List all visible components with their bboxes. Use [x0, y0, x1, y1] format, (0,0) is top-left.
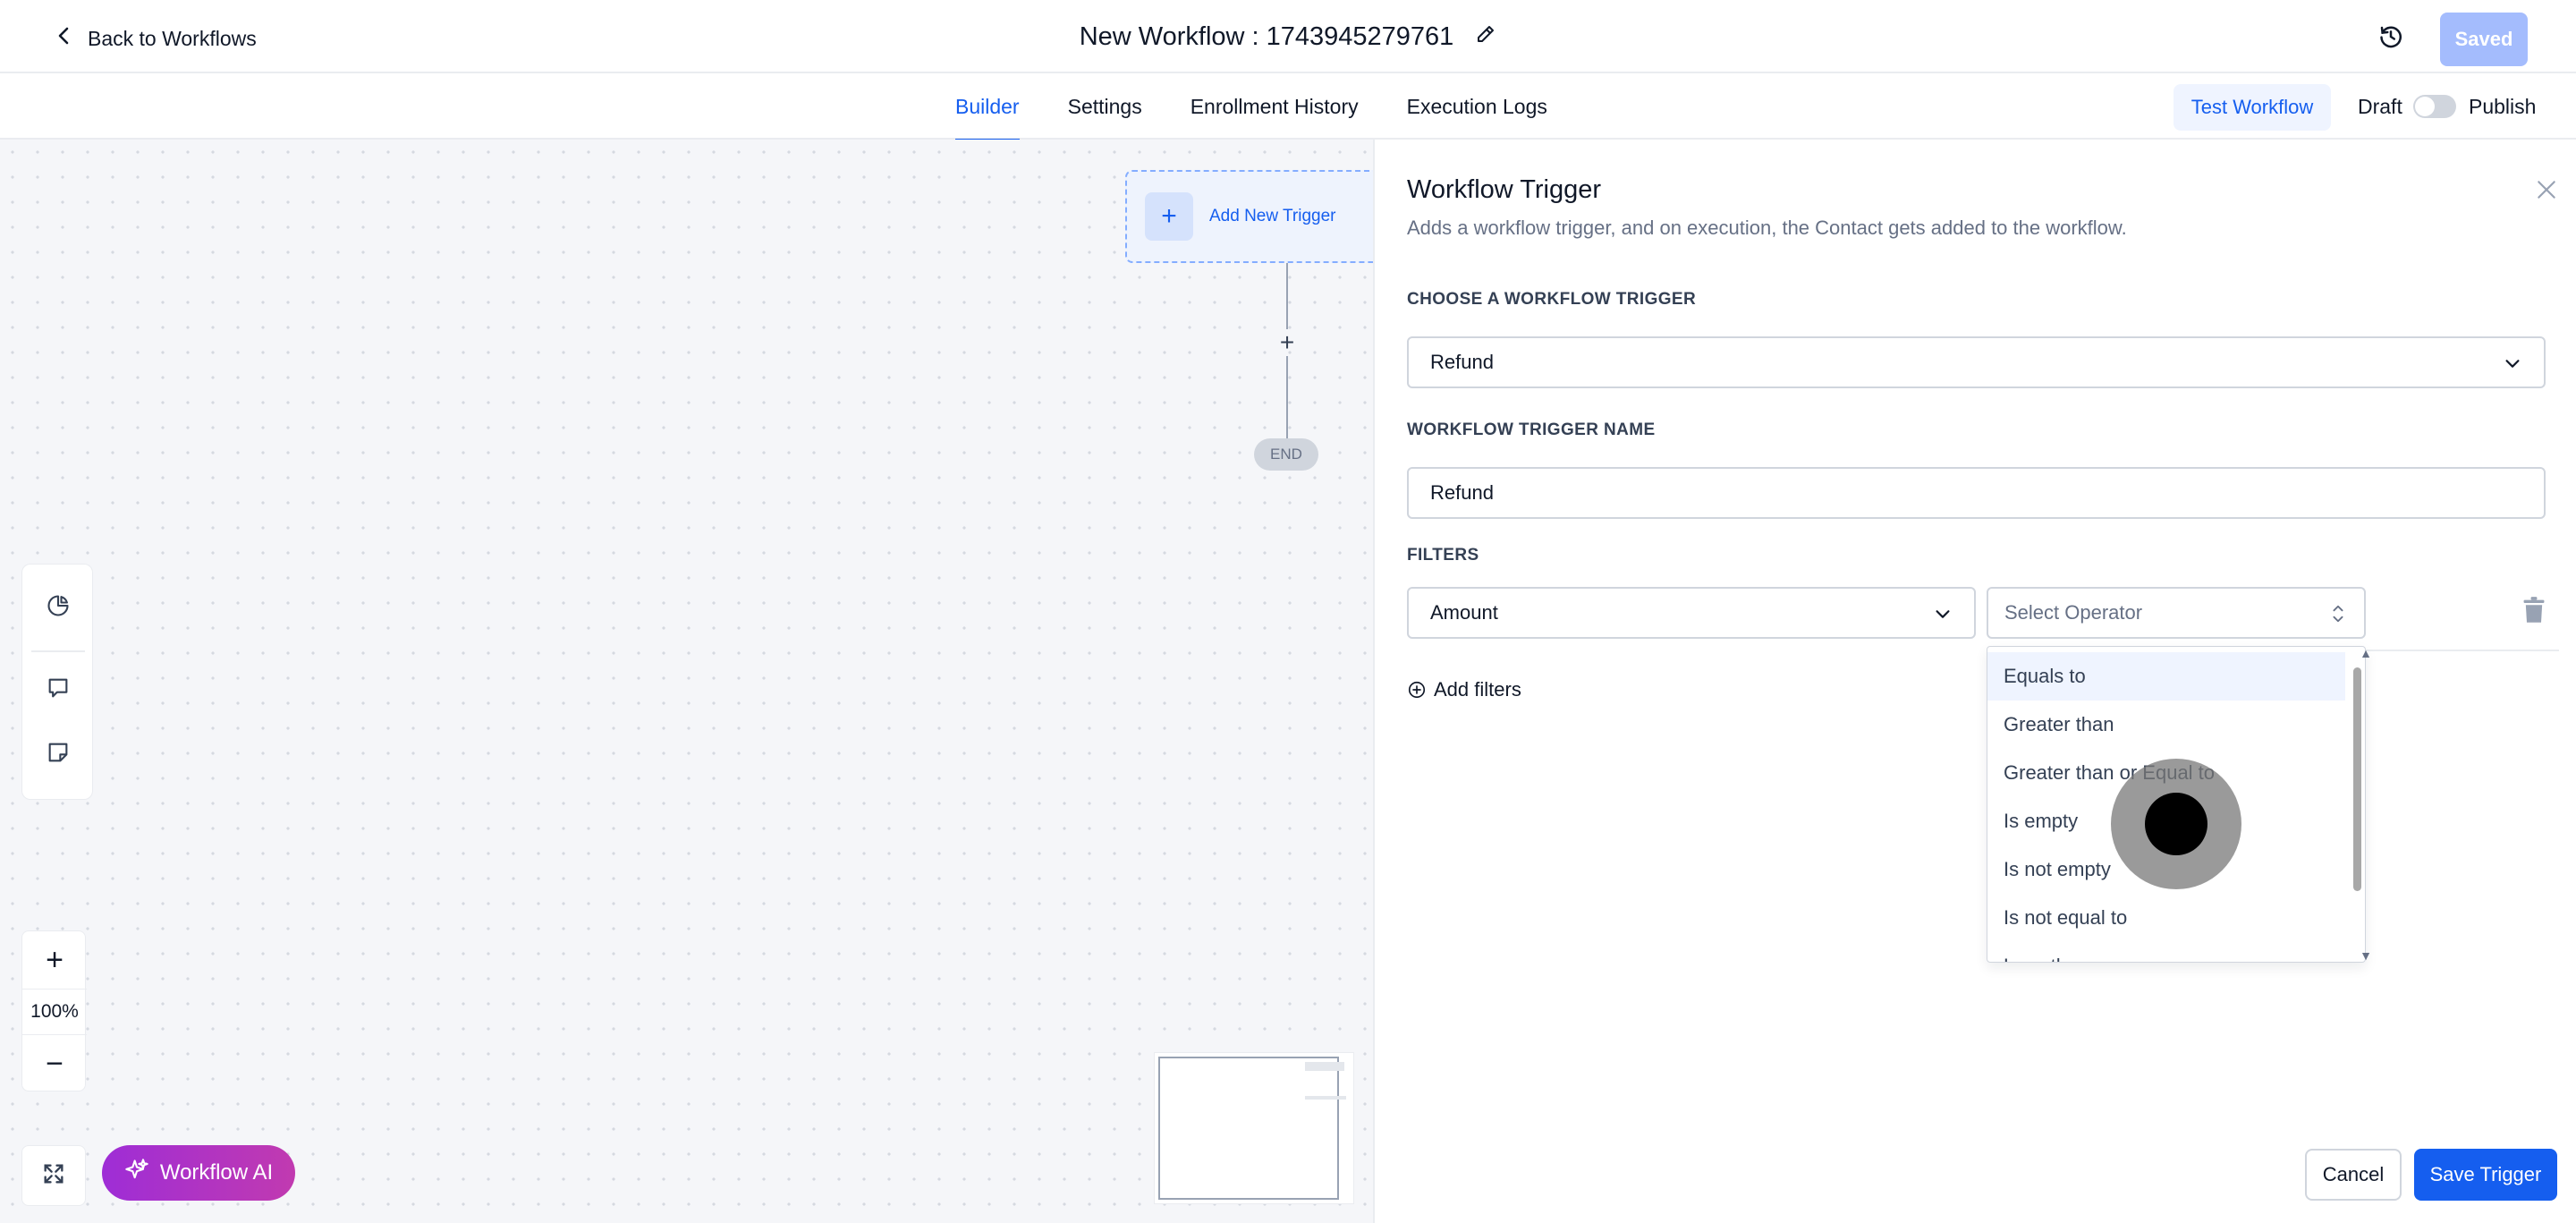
choose-trigger-label: CHOOSE A WORKFLOW TRIGGER: [1407, 290, 1697, 309]
chevron-left-icon: [54, 25, 75, 52]
tab-settings[interactable]: Settings: [1068, 73, 1142, 140]
back-label: Back to Workflows: [88, 26, 257, 50]
sticky-note-icon[interactable]: [40, 735, 76, 770]
chevron-up-down-icon: [2333, 605, 2343, 623]
operator-option[interactable]: Greater than: [1987, 701, 2345, 749]
trigger-name-value: Refund: [1430, 481, 1494, 504]
minimap-node: [1305, 1096, 1346, 1100]
tabs: Builder Settings Enrollment History Exec…: [955, 73, 1547, 141]
zoom-controls: + 100% −: [21, 930, 87, 1091]
minimap-viewport[interactable]: [1158, 1057, 1339, 1200]
minimap-node: [1305, 1062, 1344, 1071]
workflow-title-bar: New Workflow : 1743945279761: [0, 0, 2576, 73]
panel-title: Workflow Trigger: [1407, 175, 1602, 204]
test-workflow-button[interactable]: Test Workflow: [2174, 84, 2331, 131]
tab-enrollment-history[interactable]: Enrollment History: [1191, 73, 1359, 140]
history-icon: [2377, 23, 2404, 55]
trigger-select-value: Refund: [1430, 351, 1494, 373]
connector-line: [1286, 356, 1288, 438]
zoom-in-button[interactable]: +: [22, 937, 87, 983]
operator-select[interactable]: Select Operator: [1987, 587, 2366, 639]
workflow-ai-button[interactable]: Workflow AI: [102, 1145, 295, 1201]
tab-bar: Builder Settings Enrollment History Exec…: [0, 73, 2576, 141]
scroll-down-arrow[interactable]: ▼: [2357, 948, 2375, 963]
sparkle-icon: [124, 1158, 149, 1189]
delete-filter-button[interactable]: [2521, 596, 2550, 628]
end-node: END: [1254, 438, 1318, 471]
minimap[interactable]: [1154, 1052, 1354, 1204]
trash-icon: [2521, 597, 2546, 628]
saved-button[interactable]: Saved: [2440, 13, 2528, 66]
workflow-canvas[interactable]: + Add New Trigger + END + 100% − Workflo…: [0, 140, 1373, 1223]
plus-circle-icon: [1408, 681, 1426, 699]
zoom-level: 100%: [22, 989, 87, 1035]
panel-subtitle: Adds a workflow trigger, and on executio…: [1407, 217, 2127, 239]
trigger-name-input[interactable]: Refund: [1407, 467, 2546, 519]
version-history-button[interactable]: [2372, 20, 2410, 57]
trigger-name-label: WORKFLOW TRIGGER NAME: [1407, 420, 1656, 439]
top-header: Back to Workflows New Workflow : 1743945…: [0, 0, 2576, 73]
trigger-node-label: Add New Trigger: [1209, 207, 1336, 225]
pencil-icon[interactable]: [1475, 22, 1496, 52]
close-panel-button[interactable]: [2532, 177, 2561, 206]
close-icon: [2535, 178, 2558, 206]
scroll-up-arrow[interactable]: ▲: [2357, 646, 2375, 660]
save-trigger-button[interactable]: Save Trigger: [2414, 1149, 2557, 1201]
cursor-dot: [2145, 793, 2207, 855]
fit-view-button[interactable]: [21, 1145, 86, 1206]
workflow-ai-label: Workflow AI: [159, 1160, 274, 1185]
canvas-toolbar: [21, 564, 93, 800]
add-filters-label: Add filters: [1434, 678, 1521, 701]
cancel-button[interactable]: Cancel: [2305, 1149, 2402, 1201]
operator-placeholder: Select Operator: [2004, 601, 2143, 624]
chevron-down-icon: [2505, 360, 2520, 368]
operator-option[interactable]: Equals to: [1987, 652, 2345, 701]
workflow-trigger-panel: Workflow Trigger Adds a workflow trigger…: [1373, 140, 2576, 1223]
filter-field-select[interactable]: Amount: [1407, 587, 1976, 639]
filter-field-value: Amount: [1430, 601, 1498, 624]
draft-label: Draft: [2358, 95, 2402, 118]
connector-line: [1286, 263, 1288, 329]
publish-label: Publish: [2469, 95, 2537, 118]
trigger-select[interactable]: Refund: [1407, 336, 2546, 388]
expand-icon: [41, 1161, 66, 1191]
plus-icon: +: [1145, 192, 1193, 241]
filters-label: FILTERS: [1407, 546, 1479, 565]
add-new-trigger-node[interactable]: + Add New Trigger: [1125, 170, 1373, 263]
comment-icon[interactable]: [40, 670, 76, 706]
operator-option[interactable]: Less than: [1987, 942, 2345, 962]
operator-option[interactable]: Is not equal to: [1987, 894, 2345, 942]
toggle-knob: [2415, 97, 2435, 116]
dropdown-scrollbar[interactable]: [2353, 667, 2361, 891]
tab-execution-logs[interactable]: Execution Logs: [1407, 73, 1547, 140]
back-to-workflows-link[interactable]: Back to Workflows: [54, 20, 257, 57]
chevron-down-icon: [1936, 610, 1950, 618]
pie-chart-icon[interactable]: [40, 588, 76, 624]
add-filters-button[interactable]: Add filters: [1407, 678, 1521, 701]
toolbar-divider: [31, 650, 85, 652]
zoom-out-button[interactable]: −: [22, 1040, 87, 1087]
add-action-button[interactable]: +: [1274, 328, 1301, 356]
tab-builder[interactable]: Builder: [955, 73, 1020, 141]
workflow-title: New Workflow : 1743945279761: [1079, 21, 1454, 51]
